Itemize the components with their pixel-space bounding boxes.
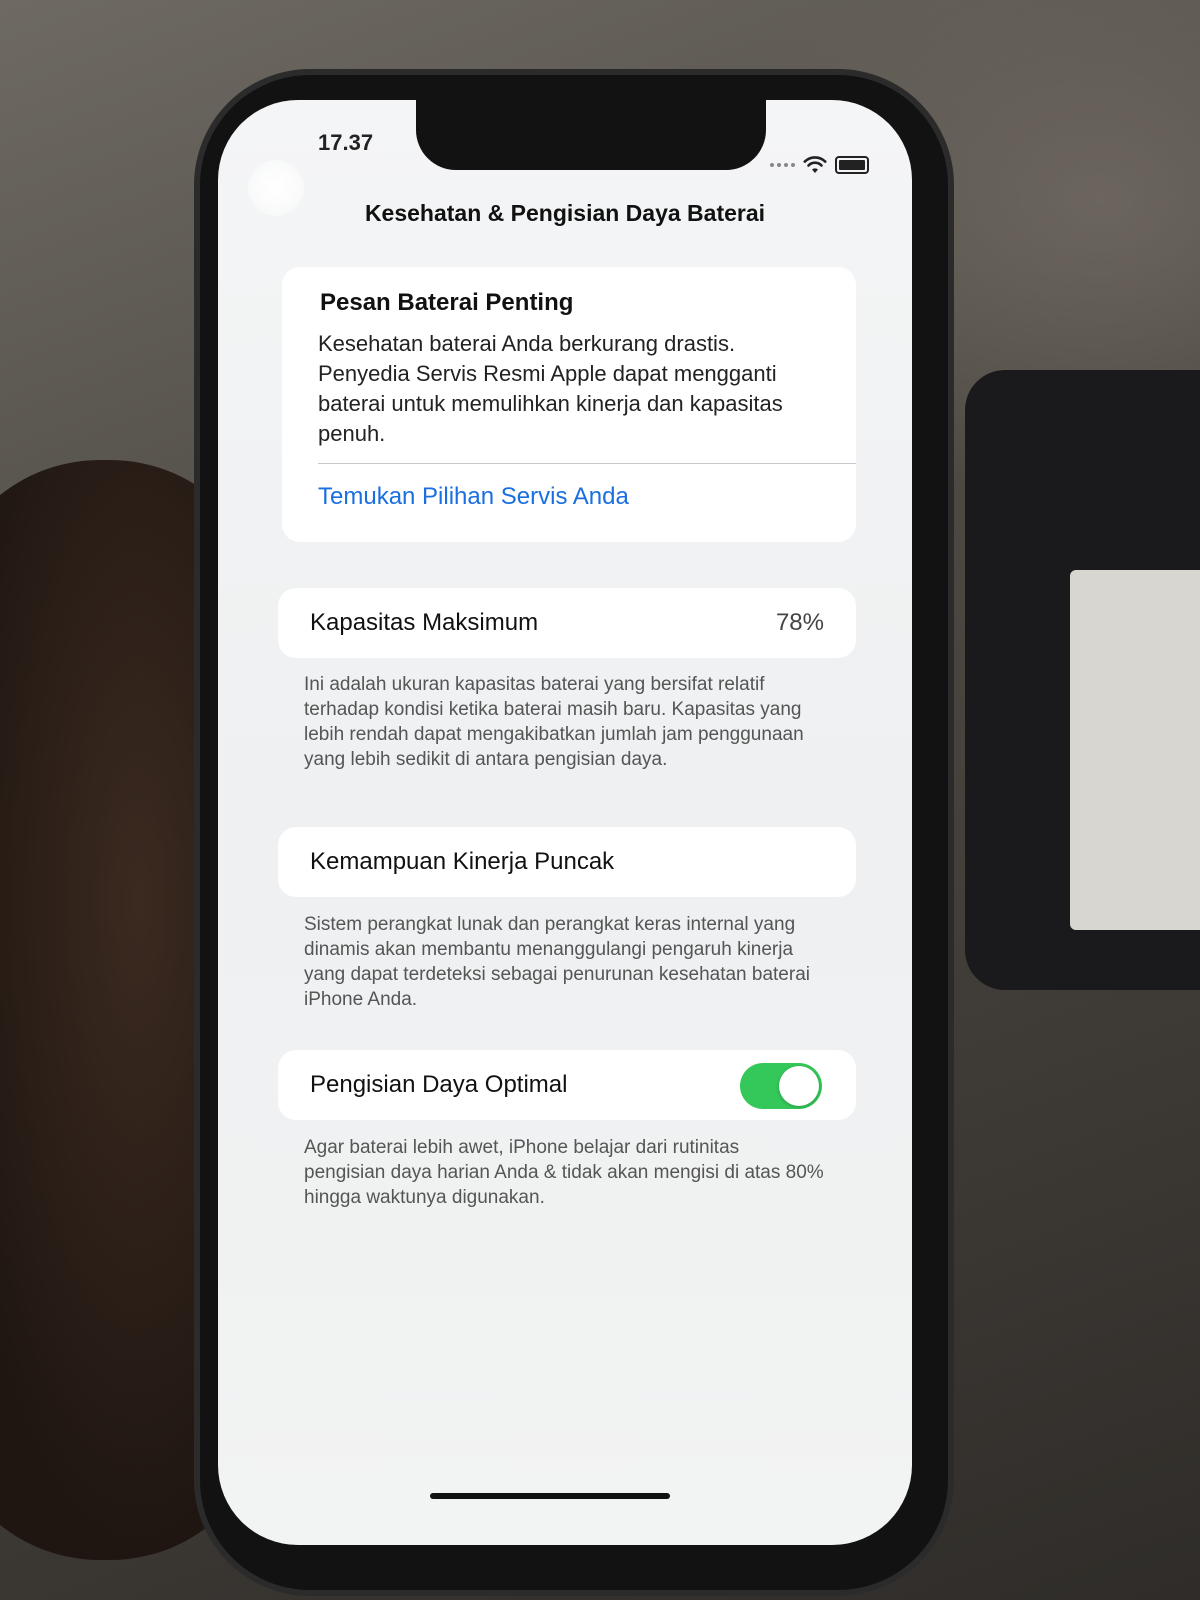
optimized-charging-row: Pengisian Daya Optimal (278, 1050, 856, 1120)
phone-screen: 17.37 Kesehatan & Pengisian Daya Baterai… (218, 100, 912, 1545)
page-title: Kesehatan & Pengisian Daya Baterai (364, 200, 766, 226)
signal-icon (770, 163, 795, 167)
service-options-link[interactable]: Temukan Pilihan Servis Anda (318, 483, 629, 511)
optimized-charging-toggle[interactable] (740, 1063, 822, 1109)
max-capacity-value: 78% (775, 609, 824, 636)
optimized-charging-label: Pengisian Daya Optimal (310, 1071, 568, 1098)
divider (318, 463, 856, 464)
notch (416, 100, 766, 170)
toggle-knob (779, 1066, 819, 1106)
message-title: Pesan Baterai Penting (320, 289, 574, 316)
wifi-icon (803, 156, 827, 173)
peak-performance-label: Kemampuan Kinerja Puncak (310, 848, 615, 875)
optimized-charging-footnote: Agar baterai lebih awet, iPhone belajar … (304, 1137, 824, 1208)
light-glare (248, 160, 304, 216)
peak-performance-footnote: Sistem perangkat lunak dan perangkat ker… (304, 914, 810, 1010)
battery-icon (835, 156, 869, 174)
background-phone-sticker (1070, 570, 1200, 930)
message-body: Kesehatan baterai Anda berkurang drastis… (318, 331, 783, 446)
max-capacity-label: Kapasitas Maksimum (310, 609, 539, 636)
max-capacity-footnote: Ini adalah ukuran kapasitas baterai yang… (304, 674, 804, 770)
max-capacity-row: Kapasitas Maksimum 78% (278, 588, 856, 658)
status-time: 17.37 (318, 130, 374, 155)
peak-performance-row: Kemampuan Kinerja Puncak (278, 827, 856, 897)
important-battery-message-card: Pesan Baterai Penting Kesehatan baterai … (282, 267, 856, 542)
status-icons (770, 156, 869, 174)
home-indicator[interactable] (430, 1493, 670, 1499)
